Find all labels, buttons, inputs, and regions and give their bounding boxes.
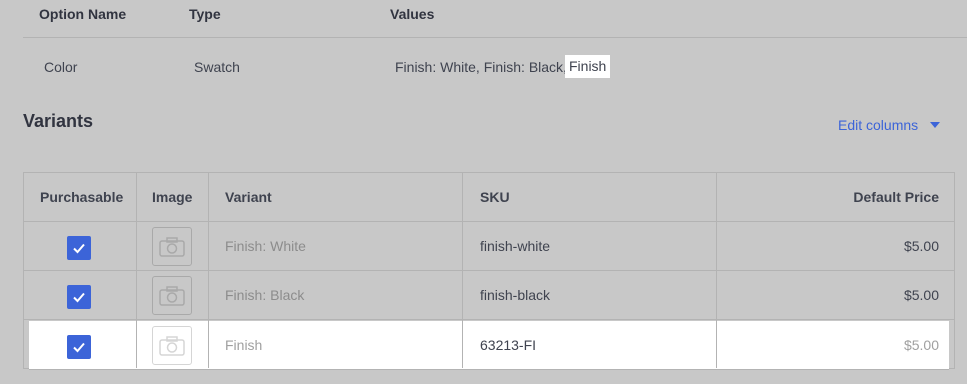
camera-icon	[159, 335, 185, 356]
image-placeholder[interactable]	[152, 227, 192, 266]
variant-price[interactable]: $5.00	[904, 287, 939, 303]
camera-icon	[159, 285, 185, 306]
variants-table-header: Purchasable Image Variant SKU Default Pr…	[24, 173, 954, 222]
column-divider	[208, 173, 209, 368]
header-type: Type	[189, 6, 221, 22]
col-default-price: Default Price	[853, 189, 939, 205]
column-divider	[716, 173, 717, 368]
caret-down-icon	[930, 122, 941, 128]
variant-price[interactable]: $5.00	[904, 337, 939, 353]
option-header-divider	[23, 37, 967, 38]
variant-name: Finish: Black	[225, 287, 305, 303]
image-placeholder[interactable]	[152, 276, 192, 315]
variant-sku[interactable]: finish-black	[480, 287, 550, 303]
variant-name: Finish	[225, 337, 263, 353]
edit-columns-button[interactable]: Edit columns	[838, 117, 941, 133]
option-value-input[interactable]: Finish	[565, 55, 611, 78]
col-variant: Variant	[225, 189, 272, 205]
check-icon	[73, 342, 85, 353]
col-image: Image	[152, 189, 193, 205]
purchasable-checkbox[interactable]	[67, 335, 91, 359]
camera-icon	[159, 236, 185, 257]
table-row: Finish: White finish-white $5.00	[24, 222, 954, 271]
header-values: Values	[390, 6, 435, 22]
col-sku: SKU	[480, 189, 510, 205]
option-name: Color	[44, 59, 78, 75]
option-values: Finish: White, Finish: Black,	[395, 59, 567, 75]
variant-sku[interactable]: finish-white	[480, 238, 550, 254]
purchasable-checkbox[interactable]	[67, 285, 91, 309]
option-type: Swatch	[194, 59, 240, 75]
image-placeholder[interactable]	[152, 326, 192, 365]
edit-columns-label: Edit columns	[838, 117, 919, 133]
column-divider	[462, 173, 463, 368]
variant-sku[interactable]: 63213-FI	[480, 337, 536, 353]
option-table-header: Option Name Type Values	[0, 0, 967, 30]
check-icon	[73, 292, 85, 303]
variant-name: Finish: White	[225, 238, 306, 254]
col-purchasable: Purchasable	[40, 189, 124, 205]
column-divider	[136, 173, 137, 368]
table-row-new: Finish 63213-FI $5.00	[29, 321, 949, 370]
variant-price[interactable]: $5.00	[904, 238, 939, 254]
header-option-name: Option Name	[39, 6, 127, 22]
purchasable-checkbox[interactable]	[67, 236, 91, 260]
variants-title: Variants	[23, 111, 94, 131]
table-row: Finish: Black finish-black $5.00	[24, 271, 954, 320]
variants-table: Purchasable Image Variant SKU Default Pr…	[23, 172, 955, 370]
check-icon	[73, 243, 85, 254]
